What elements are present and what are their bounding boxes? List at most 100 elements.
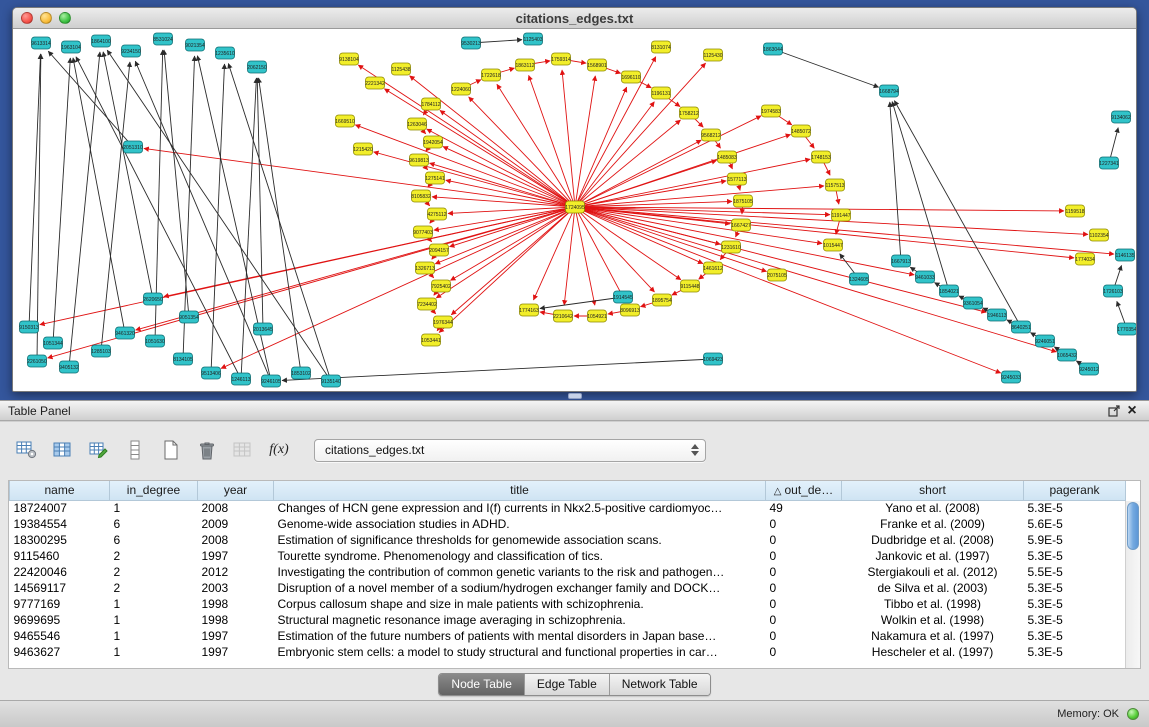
graph-node-teal[interactable]: 1146135 [1115, 249, 1134, 261]
graph-node-yellow[interactable]: 9568212 [701, 129, 721, 141]
edit-table-icon[interactable] [86, 437, 112, 463]
graph-node-yellow[interactable]: 1568901 [587, 59, 607, 71]
row-height-icon[interactable] [122, 437, 148, 463]
graph-node-yellow[interactable]: 1015447 [823, 239, 843, 251]
citation-network-graph[interactable]: 1724095178411212630461942054961981312751… [13, 29, 1136, 391]
table-row[interactable]: 1938455462009Genome-wide association stu… [10, 516, 1126, 532]
table-cell[interactable]: 2009 [198, 516, 274, 532]
graph-node-teal[interactable]: 9461033 [915, 271, 935, 283]
citation-edge-black[interactable] [282, 359, 713, 380]
citation-edge-red[interactable] [575, 207, 1001, 373]
graph-node-yellow[interactable]: 8105832 [411, 190, 431, 202]
table-cell[interactable]: 0 [766, 516, 842, 532]
graph-node-teal[interactable]: 2261050 [27, 355, 47, 367]
graph-node-teal[interactable]: 2620650 [143, 293, 163, 305]
citation-edge-black[interactable] [773, 49, 879, 87]
graph-node-yellow[interactable]: 2210642 [553, 310, 573, 322]
table-cell[interactable]: 1 [110, 644, 198, 660]
show-columns-icon[interactable] [50, 437, 76, 463]
table-cell[interactable]: 6 [110, 516, 198, 532]
table-vertical-scrollbar[interactable] [1125, 501, 1140, 668]
graph-node-teal[interactable]: 1946113 [987, 309, 1006, 321]
graph-node-yellow[interactable]: 1863112 [515, 59, 534, 71]
citation-edge-red[interactable] [221, 207, 575, 368]
citation-edge-red[interactable] [575, 207, 595, 305]
citation-edge-red[interactable] [136, 207, 575, 330]
graph-node-yellow[interactable]: 1942054 [423, 136, 443, 148]
graph-node-teal[interactable]: 1914545 [613, 291, 633, 303]
table-row[interactable]: 977716911998Corpus callosum shape and si… [10, 596, 1126, 612]
table-cell[interactable]: 0 [766, 596, 842, 612]
tab-node-table[interactable]: Node Table [439, 674, 524, 695]
citation-edge-red[interactable] [450, 207, 575, 280]
table-cell[interactable]: 19384554 [10, 516, 110, 532]
citation-edge-red[interactable] [355, 125, 575, 207]
graph-node-yellow[interactable]: 7925402 [431, 280, 451, 292]
table-cell[interactable]: 0 [766, 628, 842, 644]
citation-edge-black[interactable] [164, 50, 189, 317]
table-cell[interactable]: Estimation of the future numbers of pati… [274, 628, 766, 644]
table-row[interactable]: 911546021997Tourette syndrome. Phenomeno… [10, 548, 1126, 564]
close-window-button[interactable] [21, 12, 33, 24]
column-header-pagerank[interactable]: pagerank [1024, 481, 1126, 500]
table-cell[interactable]: 14569117 [10, 580, 110, 596]
table-cell[interactable]: 9699695 [10, 612, 110, 628]
table-cell[interactable]: 2008 [198, 532, 274, 548]
graph-node-teal[interactable]: 9361054 [963, 297, 983, 309]
citation-edge-red[interactable] [575, 181, 726, 207]
graph-node-teal[interactable]: 9461320 [115, 327, 135, 339]
graph-node-teal[interactable]: 9613314 [31, 37, 51, 49]
graph-node-yellow[interactable]: 2094157 [429, 244, 449, 256]
graph-node-yellow[interactable]: 1215420 [353, 143, 373, 155]
table-cell[interactable]: 9777169 [10, 596, 110, 612]
table-cell[interactable]: 2 [110, 564, 198, 580]
column-header-in-degree[interactable]: in_degree [110, 481, 198, 500]
graph-node-yellow[interactable]: 1191447 [831, 209, 850, 221]
citation-edge-red[interactable] [432, 197, 575, 207]
table-cell[interactable]: Tibbo et al. (1998) [842, 596, 1024, 612]
table-cell[interactable]: 0 [766, 644, 842, 660]
citation-edge-red[interactable] [562, 70, 575, 207]
graph-node-yellow[interactable]: 1724095 [565, 201, 585, 213]
citation-edge-black[interactable] [73, 58, 125, 333]
table-cell[interactable]: 1997 [198, 644, 274, 660]
graph-node-teal[interactable]: 9245033 [1001, 371, 1021, 383]
graph-node-yellow[interactable]: 1976344 [433, 316, 453, 328]
citation-edge-red[interactable] [575, 207, 654, 292]
table-cell[interactable]: Changes of HCN gene expression and I(f) … [274, 500, 766, 516]
graph-node-yellow[interactable]: 1485083 [717, 151, 737, 163]
graph-node-yellow[interactable]: 1667427 [731, 219, 751, 231]
table-cell[interactable]: 2012 [198, 564, 274, 580]
tab-edge-table[interactable]: Edge Table [524, 674, 609, 695]
table-cell[interactable]: de Silva et al. (2003) [842, 580, 1024, 596]
graph-node-yellow[interactable]: 1263046 [407, 118, 427, 130]
table-cell[interactable]: 1997 [198, 548, 274, 564]
graph-node-yellow[interactable]: 1275141 [425, 172, 445, 184]
graph-node-yellow[interactable]: 1722618 [481, 69, 501, 81]
table-cell[interactable]: 9115460 [10, 548, 110, 564]
graph-node-teal[interactable]: 1726103 [1103, 285, 1123, 297]
citation-edge-black[interactable] [76, 57, 241, 379]
graph-node-teal[interactable]: 8531024 [153, 33, 173, 45]
graph-node-yellow[interactable]: 2075105 [767, 269, 787, 281]
citation-edge-red[interactable] [164, 207, 575, 297]
graph-node-teal[interactable]: 9245012 [1079, 363, 1099, 375]
graph-node-teal[interactable]: 1853102 [291, 367, 311, 379]
citation-edge-red[interactable] [435, 207, 575, 264]
citation-edge-red[interactable] [436, 207, 575, 298]
table-cell[interactable]: 18300295 [10, 532, 110, 548]
graph-node-teal[interactable]: 9234150 [121, 45, 141, 57]
graph-node-teal[interactable]: 9051354 [179, 311, 199, 323]
graph-node-yellow[interactable]: 1784112 [421, 98, 440, 110]
table-cell[interactable]: 1 [110, 596, 198, 612]
table-cell[interactable]: 6 [110, 532, 198, 548]
table-cell[interactable]: 1 [110, 612, 198, 628]
column-header-short[interactable]: short [842, 481, 1024, 500]
graph-node-yellow[interactable]: 1974583 [761, 105, 781, 117]
table-cell[interactable]: 2008 [198, 500, 274, 516]
citation-edge-red[interactable] [451, 207, 575, 315]
graph-node-teal[interactable]: 1051344 [43, 337, 63, 349]
table-row[interactable]: 946362711997Embryonic stem cells: a mode… [10, 644, 1126, 660]
citation-edge-red[interactable] [575, 207, 914, 275]
graph-node-teal[interactable]: 1770354 [1117, 323, 1136, 335]
